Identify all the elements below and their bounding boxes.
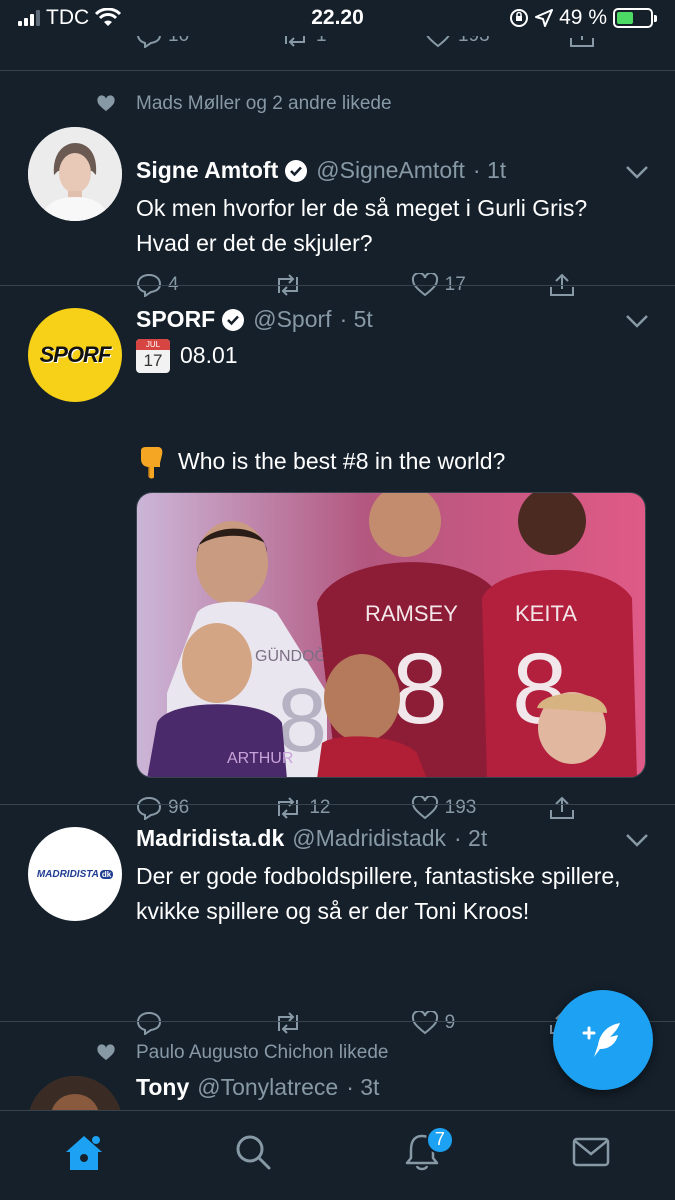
notifications-badge: 7 [425,1125,454,1154]
social-context: Paulo Augusto Chichon likede [97,1042,389,1064]
battery-icon [613,8,657,28]
avatar-photo [28,1076,122,1110]
tweet-time: · 3t [346,1074,380,1100]
avatar-logo-suffix: dk [99,869,114,879]
tab-notifications[interactable]: 7 [382,1122,462,1182]
avatar-logo-text: MADRIDISTA [36,868,99,880]
tweet[interactable]: MADRIDISTA dk Madridista.dk @Madridistad… [0,805,675,1035]
tweet-time: · 5t [339,306,373,332]
calendar-month: JUL [136,338,170,350]
chevron-down-icon[interactable] [625,314,649,328]
avatar-photo [28,127,122,221]
retweet-icon [285,36,305,47]
tweet-text: Who is the best #8 in the world? [178,448,506,474]
tweet-text: Der er gode fodboldspillere, fantastiske… [136,863,621,924]
share-icon [570,36,594,47]
signal-strength-icon [18,10,40,26]
social-context-text: Paulo Augusto Chichon likede [136,1042,389,1063]
tweet-header: Tony @Tonylatrece · 3t [136,1074,379,1101]
avatar[interactable] [28,127,122,221]
avatar[interactable]: SPORF [28,308,122,402]
avatar-logo: MADRIDISTA dk [36,868,114,880]
mail-icon [572,1137,609,1166]
liked-heart-icon [97,1044,115,1061]
search-icon [236,1135,271,1169]
handle[interactable]: @Sporf [253,306,331,333]
status-right: 49 % [509,6,657,30]
handle[interactable]: @SigneAmtoft [316,157,465,184]
compose-feather-icon [582,1023,620,1057]
previous-tweet-actions: 10 1 193 [136,36,596,54]
retweet-count: 1 [316,36,327,47]
tweet-header: Madridista.dk @Madridistadk · 2t [136,825,487,852]
handle[interactable]: @Madridistadk [292,825,446,852]
calendar-day: 17 [143,350,163,370]
pointing-down-emoji-icon [141,446,163,478]
display-name[interactable]: SPORF [136,306,215,333]
tweet[interactable]: SPORF SPORF @Sporf · 5t JUL 17 08.01 Who… [0,286,675,820]
tweet-question-line: Who is the best #8 in the world? [136,444,636,479]
home-icon [66,1135,103,1170]
tweet-date-line: JUL 17 08.01 [136,338,636,373]
player-name-label: KEITA [515,601,577,626]
display-name[interactable]: Signe Amtoft [136,157,278,184]
battery-percent: 49 % [559,6,607,29]
status-bar: TDC 22.20 49 % [0,0,675,36]
verified-badge-icon [285,159,308,182]
battery-fill [617,12,633,24]
social-context: Mads Møller og 2 andre likede [97,93,392,115]
reply-count: 10 [168,36,189,47]
avatar[interactable]: MADRIDISTA dk [28,827,122,921]
tab-search[interactable] [213,1122,293,1182]
heart-icon [426,36,450,48]
reply-icon [137,36,161,48]
tweet-header: SPORF @Sporf · 5t [136,306,373,333]
calendar-icon: JUL 17 [136,338,170,373]
like-button[interactable]: 193 [424,36,534,54]
share-button[interactable] [568,36,596,54]
player-name-label: ARTHUR [227,750,293,767]
compose-tweet-button[interactable] [553,990,653,1090]
social-context-text: Mads Møller og 2 andre likede [136,93,392,114]
display-name[interactable]: Tony [136,1074,189,1101]
bottom-tab-bar: 7 [0,1110,675,1200]
retweet-button[interactable]: 1 [280,36,390,54]
rotation-lock-icon [510,9,529,27]
like-count: 193 [458,36,490,47]
tweet[interactable]: Mads Møller og 2 andre likede Signe Amto… [0,71,675,297]
footballers-image: GÜNDOĞAN 8 ARTHUR RAMSEY 8 KEITA 8 [137,493,645,777]
verified-badge-icon [222,308,245,331]
clock: 22.20 [311,6,364,29]
tab-home[interactable] [44,1122,124,1182]
tweet-time: · 2t [454,825,488,851]
reply-button[interactable]: 10 [136,36,246,54]
tweet-text: Ok men hvorfor ler de så meget i Gurli G… [136,195,588,256]
handle[interactable]: @Tonylatrece [197,1074,338,1101]
chevron-down-icon[interactable] [625,833,649,847]
jersey-number-label: 8 [392,633,448,745]
liked-heart-icon [97,95,115,112]
timeline[interactable]: 10 1 193 Mads Møller og 2 andre likede [0,36,675,1110]
location-icon [535,9,554,27]
tweet-time: · 1t [472,157,507,183]
status-left: TDC [18,6,122,30]
avatar[interactable] [28,1076,122,1110]
chevron-down-icon[interactable] [625,165,649,179]
tweet-media-image[interactable]: GÜNDOĞAN 8 ARTHUR RAMSEY 8 KEITA 8 [136,492,646,778]
player-name-label: RAMSEY [365,601,458,626]
avatar-logo-text: SPORF [39,342,112,367]
display-name[interactable]: Madridista.dk [136,825,284,852]
tab-messages[interactable] [551,1122,631,1182]
date-text: 08.01 [180,342,238,368]
tweet-header: Signe Amtoft @SigneAmtoft · 1t [136,157,506,184]
carrier-name: TDC [46,6,90,29]
wifi-icon [95,8,122,26]
